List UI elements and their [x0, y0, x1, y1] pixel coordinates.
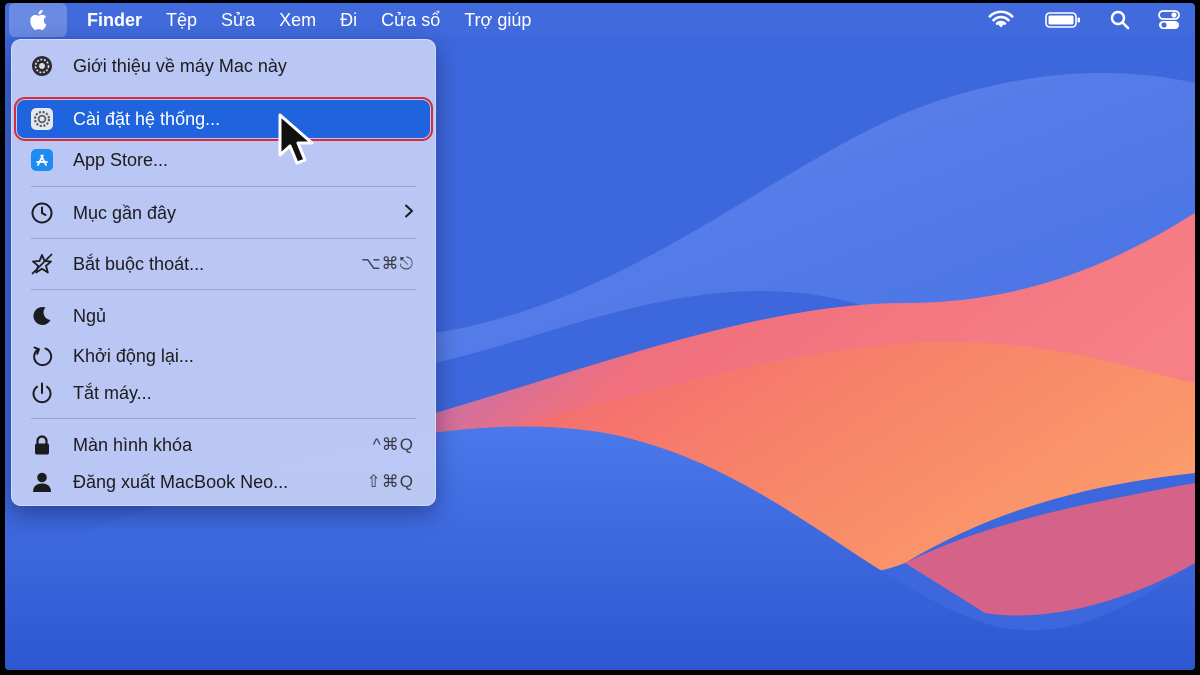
- menu-bar: Finder Tệp Sửa Xem Đi Cửa sổ Trợ giúp: [5, 3, 1195, 37]
- shortcut-log-out: ⇧⌘Q: [366, 472, 414, 491]
- desktop: Finder Tệp Sửa Xem Đi Cửa sổ Trợ giúp Gi…: [5, 3, 1195, 670]
- menu-item-label: Ngủ: [73, 305, 107, 326]
- menu-item-sleep[interactable]: Ngủ: [17, 297, 430, 335]
- menu-item-label: Bắt buộc thoát...: [73, 253, 205, 274]
- menu-file[interactable]: Tệp: [154, 3, 209, 37]
- menu-item-recent-items[interactable]: Mục gần đây: [17, 194, 430, 232]
- menu-view[interactable]: Xem: [267, 3, 328, 37]
- menu-item-label: Giới thiệu về máy Mac này: [73, 55, 287, 76]
- control-center-icon[interactable]: [1143, 3, 1195, 37]
- menu-finder[interactable]: Finder: [67, 3, 154, 37]
- mouse-pointer-icon: [278, 113, 314, 165]
- menu-item-restart[interactable]: Khởi động lại...: [17, 337, 430, 375]
- menu-item-log-out[interactable]: Đăng xuất MacBook Neo... ⇧⌘Q: [17, 463, 430, 501]
- shortcut-lock-screen: ^⌘Q: [372, 435, 414, 454]
- power-icon: [29, 380, 55, 406]
- moon-icon: [29, 303, 55, 329]
- status-area: [973, 3, 1195, 37]
- user-icon: [29, 469, 55, 495]
- wifi-icon[interactable]: [973, 3, 1029, 37]
- menu-go[interactable]: Đi: [328, 3, 369, 37]
- menu-help[interactable]: Trợ giúp: [452, 3, 543, 37]
- menu-separator: [31, 238, 416, 239]
- lock-icon: [29, 432, 55, 458]
- menu-item-about-this-mac[interactable]: Giới thiệu về máy Mac này: [17, 47, 430, 85]
- menu-item-shut-down[interactable]: Tắt máy...: [17, 374, 430, 412]
- menu-separator: [31, 186, 416, 187]
- menu-edit[interactable]: Sửa: [209, 3, 267, 37]
- system-settings-icon: [29, 106, 55, 132]
- menu-item-system-settings[interactable]: Cài đặt hệ thống...: [14, 97, 433, 141]
- force-quit-icon: [29, 251, 55, 277]
- menu-separator: [31, 418, 416, 419]
- chevron-right-icon: [404, 203, 414, 223]
- restart-icon: [29, 343, 55, 369]
- apple-logo-icon: [30, 9, 47, 30]
- menu-item-label: Khởi động lại...: [73, 345, 194, 366]
- menu-window[interactable]: Cửa sổ: [369, 3, 452, 37]
- app-store-icon: [29, 147, 55, 173]
- about-mac-icon: [29, 53, 55, 79]
- menu-item-lock-screen[interactable]: Màn hình khóa ^⌘Q: [17, 426, 430, 464]
- menu-item-label: App Store...: [73, 149, 169, 170]
- battery-icon[interactable]: [1029, 3, 1097, 37]
- menu-item-label: Cài đặt hệ thống...: [73, 108, 221, 129]
- shortcut-force-quit: ⌥⌘⎋: [360, 254, 414, 273]
- clock-icon: [29, 200, 55, 226]
- spotlight-search-icon[interactable]: [1097, 3, 1143, 37]
- menu-item-label: Mục gần đây: [73, 202, 177, 223]
- apple-menu-dropdown: Giới thiệu về máy Mac này Cài đặt hệ thố…: [11, 39, 436, 506]
- menu-item-force-quit[interactable]: Bắt buộc thoát... ⌥⌘⎋: [17, 245, 430, 283]
- menu-item-app-store[interactable]: App Store...: [17, 141, 430, 179]
- menu-item-label: Đăng xuất MacBook Neo...: [73, 471, 289, 492]
- menu-item-label: Màn hình khóa: [73, 434, 193, 455]
- menu-item-label: Tắt máy...: [73, 382, 152, 403]
- menu-separator: [31, 289, 416, 290]
- apple-menu-button[interactable]: [9, 3, 67, 37]
